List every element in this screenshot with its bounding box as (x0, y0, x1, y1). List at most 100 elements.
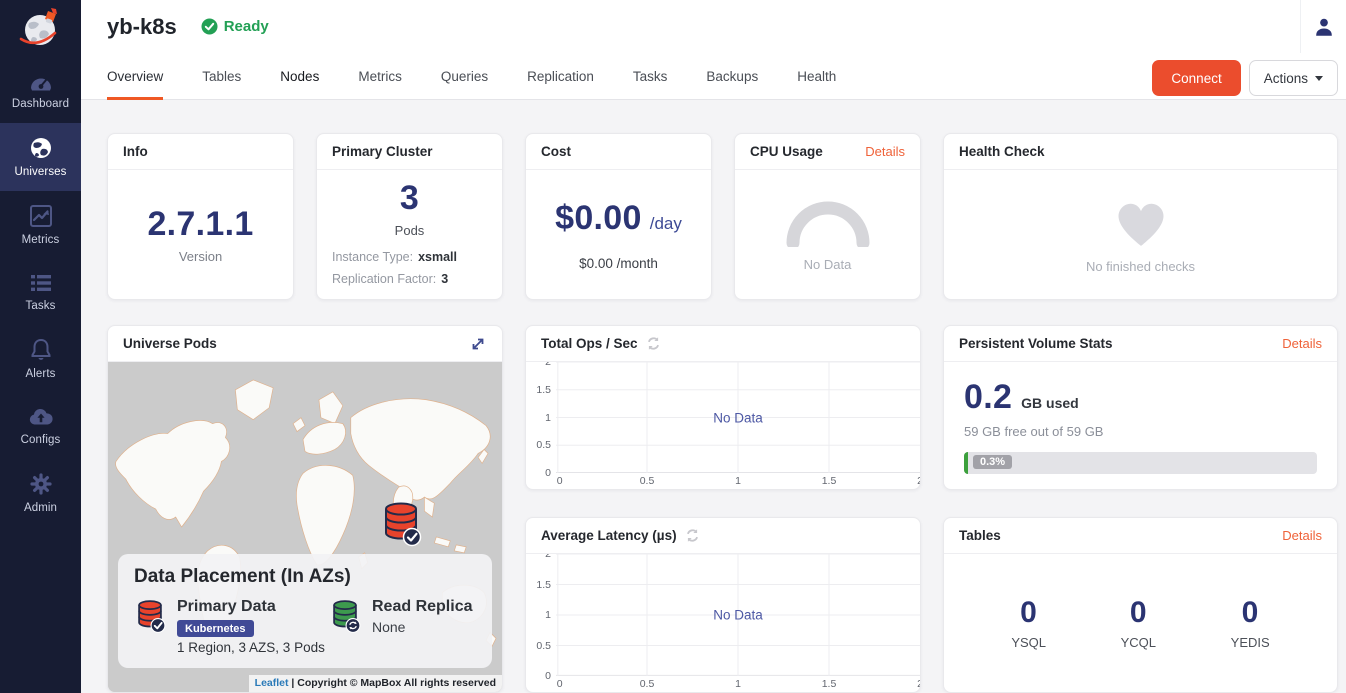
connect-button[interactable]: Connect (1152, 60, 1240, 96)
total-ops-no-data: No Data (713, 410, 763, 425)
cpu-details-link[interactable]: Details (865, 144, 905, 159)
read-replica-legend: Read Replica None (329, 597, 472, 655)
y-tick: 1 (545, 609, 551, 621)
tab-overview[interactable]: Overview (107, 53, 163, 100)
read-replica-db-icon (329, 597, 361, 635)
sidebar-item-label: Tasks (2, 300, 79, 312)
tables-details-link[interactable]: Details (1282, 528, 1322, 543)
x-tick: 0 (557, 475, 563, 487)
sidebar-item-metrics[interactable]: Metrics (0, 191, 81, 259)
y-tick: 0 (545, 467, 551, 479)
health-check-card: Health Check No finished checks (943, 133, 1338, 300)
ycql-value: 0 (1121, 596, 1156, 630)
admin-gear-icon (28, 471, 54, 497)
y-tick: 1.5 (536, 384, 551, 396)
sidebar-item-universes[interactable]: Universes (0, 123, 81, 191)
gauge-arc-icon (782, 197, 874, 247)
sidebar-item-dashboard[interactable]: Dashboard (0, 57, 81, 123)
sidebar-item-label: Admin (2, 502, 79, 514)
primary-cluster-header: Primary Cluster (317, 134, 502, 170)
total-ops-chart: 2 1.5 1 0.5 0 0 0.5 1 1.5 2 No Data (526, 362, 920, 489)
main-area: yb-k8s Ready Overview Tables Nodes Metri… (81, 0, 1346, 693)
sidebar-item-admin[interactable]: Admin (0, 459, 81, 527)
world-map[interactable]: Data Placement (In AZs) (108, 362, 502, 692)
charts-column: Total Ops / Sec (525, 325, 921, 693)
y-tick: 0 (545, 670, 551, 682)
gb-used-label: GB used (1021, 395, 1079, 411)
instance-type-row: Instance Type:xsmall (332, 246, 487, 268)
yedis-value: 0 (1231, 596, 1270, 630)
refresh-icon[interactable] (646, 336, 661, 351)
sidebar-item-label: Universes (2, 166, 79, 178)
card-title: Primary Cluster (332, 144, 433, 159)
leaflet-link[interactable]: Leaflet (255, 677, 289, 689)
user-menu-button[interactable] (1300, 0, 1346, 53)
yugabyte-globe-rocket-logo (15, 5, 67, 53)
avg-latency-header: Average Latency (µs) (526, 518, 920, 554)
sidebar-item-tasks[interactable]: Tasks (0, 259, 81, 325)
x-tick: 1 (735, 678, 741, 690)
check-circle-icon (201, 18, 218, 35)
tab-tables[interactable]: Tables (202, 53, 241, 100)
y-tick: 0.5 (536, 640, 551, 652)
y-tick: 1.5 (536, 579, 551, 591)
tab-queries[interactable]: Queries (441, 53, 488, 100)
replication-factor-value: 3 (441, 272, 448, 286)
sidebar-item-label: Configs (2, 434, 79, 446)
x-tick: 1.5 (822, 475, 837, 487)
cost-card-header: Cost (526, 134, 711, 170)
tab-replication[interactable]: Replication (527, 53, 594, 100)
refresh-icon[interactable] (685, 528, 700, 543)
card-title: Info (123, 144, 148, 159)
tables-header: Tables Details (944, 518, 1337, 554)
right-cards-column: Persistent Volume Stats Details 0.2 GB u… (943, 325, 1338, 693)
ysql-value: 0 (1011, 596, 1046, 630)
pods-caption: Pods (317, 223, 502, 238)
tab-backups[interactable]: Backups (706, 53, 758, 100)
sidebar-item-alerts[interactable]: Alerts (0, 325, 81, 393)
version-value: 2.7.1.1 (147, 205, 253, 244)
persistent-volume-header: Persistent Volume Stats Details (944, 326, 1337, 362)
primary-data-label: Primary Data (177, 597, 325, 616)
volume-usage-percent: 0.3% (973, 455, 1012, 469)
map-attribution: Leaflet | Copyright © MapBox All rights … (249, 675, 502, 692)
x-tick: 1.5 (822, 678, 837, 690)
card-title: Universe Pods (123, 336, 217, 351)
x-tick: 2 (917, 678, 920, 690)
total-ops-header: Total Ops / Sec (526, 326, 920, 362)
universe-tabs: Overview Tables Nodes Metrics Queries Re… (81, 53, 1346, 100)
health-no-checks: No finished checks (1086, 259, 1195, 274)
ysql-label: YSQL (1011, 635, 1046, 650)
tab-health[interactable]: Health (797, 53, 836, 100)
status-label: Ready (224, 18, 269, 35)
pvs-details-link[interactable]: Details (1282, 336, 1322, 351)
mapbox-copyright: | Copyright © MapBox All rights reserved (291, 677, 496, 689)
metrics-chart-icon (28, 203, 54, 229)
tab-nodes[interactable]: Nodes (280, 53, 319, 100)
avg-latency-chart: 2 1.5 1 0.5 0 0 0.5 1 1.5 2 No Data (526, 554, 920, 692)
tasks-list-icon (28, 271, 54, 295)
sidebar-item-configs[interactable]: Configs (0, 393, 81, 459)
gb-used-value: 0.2 (964, 378, 1012, 417)
x-tick: 0 (557, 678, 563, 690)
tab-metrics[interactable]: Metrics (358, 53, 402, 100)
instance-type-label: Instance Type: (332, 250, 413, 264)
yugabyte-logo[interactable] (0, 0, 81, 57)
info-card: Info 2.7.1.1 Version (107, 133, 294, 300)
overview-content: Info 2.7.1.1 Version Primary Cluster 3 P… (81, 100, 1346, 693)
total-ops-card: Total Ops / Sec (525, 325, 921, 490)
tab-tasks[interactable]: Tasks (633, 53, 668, 100)
card-title: Persistent Volume Stats (959, 336, 1113, 351)
avg-latency-card: Average Latency (µs) (525, 517, 921, 693)
read-replica-label: Read Replica (372, 597, 472, 616)
detail-cards-row: Universe Pods (107, 325, 1338, 693)
expand-map-icon[interactable] (469, 335, 487, 353)
card-title: Average Latency (µs) (541, 528, 677, 543)
region-marker[interactable] (379, 500, 423, 553)
avg-latency-no-data: No Data (713, 608, 763, 623)
actions-dropdown-button[interactable]: Actions (1249, 60, 1338, 96)
replication-factor-label: Replication Factor: (332, 272, 436, 286)
y-tick: 1 (545, 412, 551, 424)
cost-per-month: $0.00 /month (579, 256, 658, 271)
status-badge: Ready (201, 18, 269, 35)
